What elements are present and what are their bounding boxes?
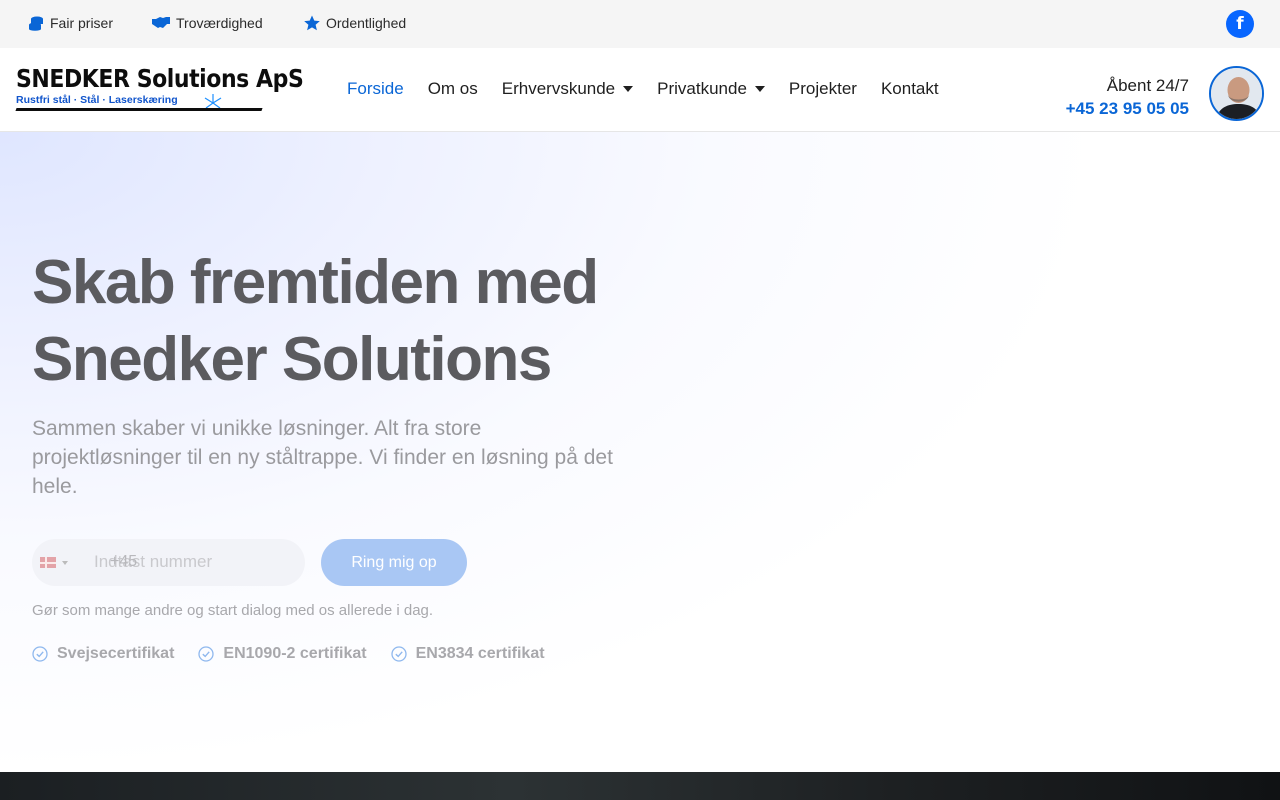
hero-heading-line1: Skab fremtiden med xyxy=(32,248,599,317)
logo-subtitle: Rustfri stål · Stål · Laserskæring xyxy=(16,94,178,106)
usp-label: Fair priser xyxy=(50,15,114,31)
header-phone-link[interactable]: +45 23 95 05 05 xyxy=(1066,99,1189,119)
nav-label: Projekter xyxy=(788,79,857,98)
top-bar: Fair priser Troværdighed Ordentlighed f xyxy=(0,0,1280,48)
check-circle-icon xyxy=(198,646,215,662)
call-me-button[interactable]: Ring mig op xyxy=(321,539,467,586)
facebook-icon[interactable]: f xyxy=(1226,10,1254,38)
check-circle-icon xyxy=(390,646,407,662)
hero-heading-line2: Snedker Solutions xyxy=(32,325,552,394)
certificate-item: EN3834 certifikat xyxy=(390,645,545,663)
usp-label: Ordentlighed xyxy=(326,15,407,31)
certificate-label: Svejsecertifikat xyxy=(57,645,175,662)
nav-item-forside[interactable]: Forside xyxy=(347,79,404,99)
nav-label: Forside xyxy=(347,79,404,98)
nav-label: Om os xyxy=(427,79,478,98)
next-section-image xyxy=(0,772,1280,800)
nav-label: Privatkunde xyxy=(657,79,747,98)
usp-orderliness: Ordentlighed xyxy=(304,15,406,31)
nav-item-erhvervskunde[interactable]: Erhvervskunde xyxy=(501,79,634,99)
usp-label: Troværdighed xyxy=(176,15,263,31)
check-circle-icon xyxy=(32,646,48,662)
site-header: SNEDKER Solutions ApS Rustfri stål · Stå… xyxy=(0,48,1280,132)
certificates-list: Svejsecertifikat EN1090-2 certifikat EN3… xyxy=(32,645,545,663)
hero-section: Skab fremtiden med Snedker Solutions Sam… xyxy=(0,132,1280,772)
nav-item-om-os[interactable]: Om os xyxy=(428,79,478,99)
certificate-label: EN3834 certifikat xyxy=(415,645,545,662)
chevron-down-icon[interactable] xyxy=(62,560,68,565)
nav-item-kontakt[interactable]: Kontakt xyxy=(881,79,939,99)
open-hours: Åbent 24/7 xyxy=(1106,76,1189,95)
nav-label: Kontakt xyxy=(880,79,939,98)
handshake-icon xyxy=(152,17,170,28)
certificate-item: EN1090-2 certifikat xyxy=(198,645,367,663)
star-icon xyxy=(304,15,320,31)
hero-note: Gør som mange andre og start dialog med … xyxy=(32,602,434,619)
nav-label: Erhvervskunde xyxy=(501,79,616,98)
logo-underline xyxy=(15,108,263,111)
hero-heading: Skab fremtiden med Snedker Solutions xyxy=(32,244,672,398)
site-logo[interactable]: SNEDKER Solutions ApS Rustfri stål · Stå… xyxy=(15,64,304,116)
facebook-glyph: f xyxy=(1236,14,1244,34)
nav-item-projekter[interactable]: Projekter xyxy=(789,79,857,99)
avatar xyxy=(1209,66,1264,121)
certificate-item: Svejsecertifikat xyxy=(32,645,174,663)
hero-lead: Sammen skaber vi unikke løsninger. Alt f… xyxy=(32,417,613,498)
nav-item-privatkunde[interactable]: Privatkunde xyxy=(657,79,765,99)
logo-title: SNEDKER Solutions ApS xyxy=(16,64,304,93)
usp-trustworthiness: Troværdighed xyxy=(152,15,263,31)
usp-fair-prices: Fair priser xyxy=(28,15,113,31)
phone-number-field[interactable]: Indtast nummer +45 xyxy=(32,539,305,586)
main-nav: Forside Om os Erhvervskunde Privatkunde … xyxy=(347,79,939,99)
chevron-down-icon xyxy=(754,86,765,92)
certificate-label: EN1090-2 certifikat xyxy=(223,645,367,662)
country-code: +45 xyxy=(110,553,138,570)
chevron-down-icon xyxy=(623,86,634,92)
denmark-flag-icon xyxy=(40,557,56,568)
coins-icon xyxy=(29,16,43,31)
